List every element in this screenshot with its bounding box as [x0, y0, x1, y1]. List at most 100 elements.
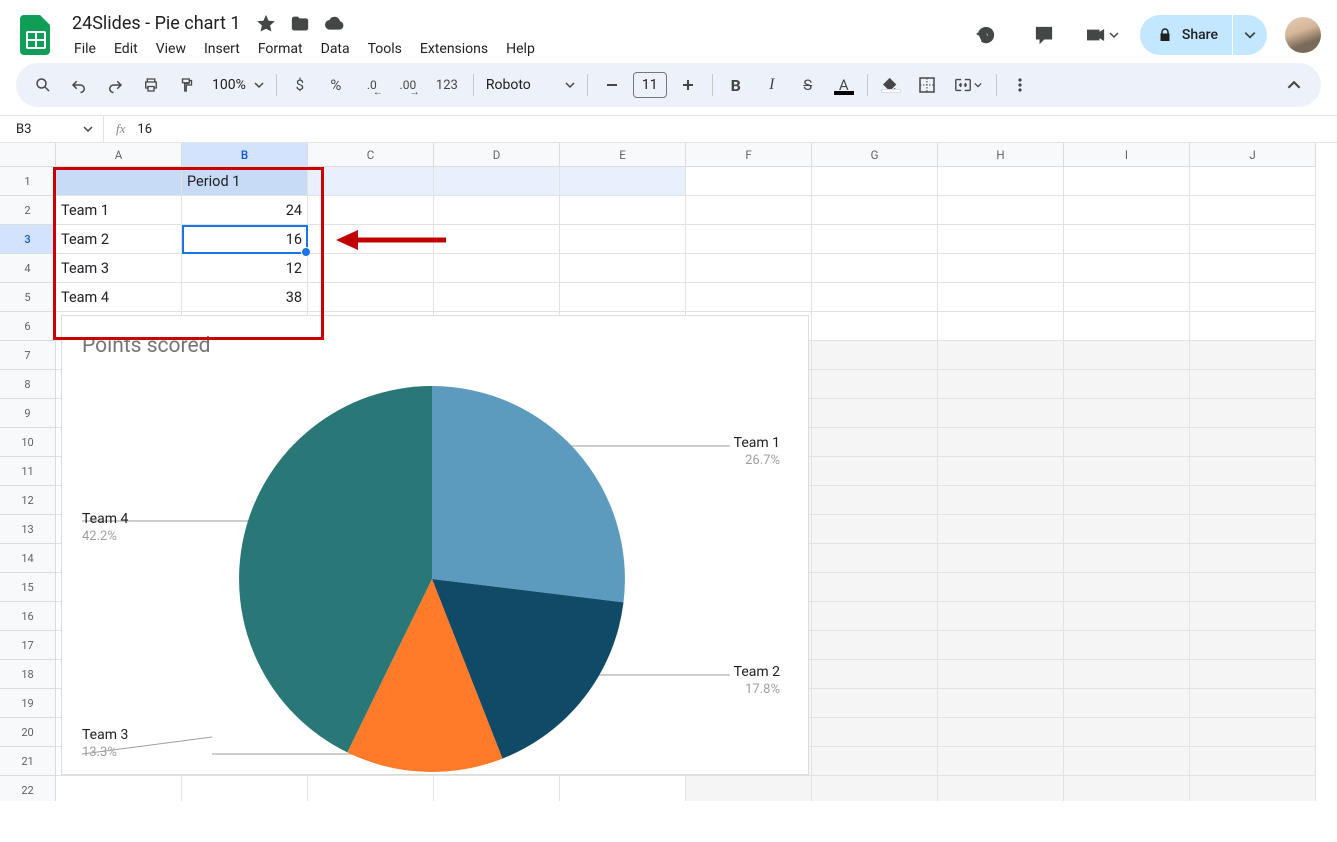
cell-B5[interactable]: 38 — [182, 283, 308, 312]
col-header-H[interactable]: H — [938, 143, 1064, 167]
cell-D2[interactable] — [434, 196, 560, 225]
cell-B1[interactable]: Period 1 — [182, 167, 308, 196]
cell-G13[interactable] — [812, 515, 938, 544]
cell-B22[interactable] — [182, 776, 308, 801]
row-header-1[interactable]: 1 — [0, 167, 56, 196]
cell-G21[interactable] — [812, 747, 938, 776]
bold-button[interactable]: B — [719, 68, 753, 102]
row-header-3[interactable]: 3 — [0, 225, 56, 254]
cell-E4[interactable] — [560, 254, 686, 283]
history-icon[interactable] — [966, 15, 1006, 55]
cell-H17[interactable] — [938, 631, 1064, 660]
cell-I3[interactable] — [1064, 225, 1190, 254]
cell-G15[interactable] — [812, 573, 938, 602]
cell-I13[interactable] — [1064, 515, 1190, 544]
cell-I10[interactable] — [1064, 428, 1190, 457]
cell-I15[interactable] — [1064, 573, 1190, 602]
cell-I14[interactable] — [1064, 544, 1190, 573]
cell-I8[interactable] — [1064, 370, 1190, 399]
cell-H8[interactable] — [938, 370, 1064, 399]
cell-A22[interactable] — [56, 776, 182, 801]
cell-J16[interactable] — [1190, 602, 1316, 631]
cell-J15[interactable] — [1190, 573, 1316, 602]
col-header-D[interactable]: D — [434, 143, 560, 167]
cell-I4[interactable] — [1064, 254, 1190, 283]
cell-D22[interactable] — [434, 776, 560, 801]
cell-G11[interactable] — [812, 457, 938, 486]
meet-icon[interactable] — [1082, 15, 1122, 55]
cell-J4[interactable] — [1190, 254, 1316, 283]
star-icon[interactable] — [256, 14, 276, 34]
cell-H10[interactable] — [938, 428, 1064, 457]
cell-I18[interactable] — [1064, 660, 1190, 689]
col-header-B[interactable]: B — [182, 143, 308, 167]
cell-E22[interactable] — [560, 776, 686, 801]
row-header-22[interactable]: 22 — [0, 776, 56, 801]
fill-color-button[interactable] — [874, 68, 908, 102]
row-header-19[interactable]: 19 — [0, 689, 56, 718]
cell-H6[interactable] — [938, 312, 1064, 341]
text-color-button[interactable]: A — [827, 68, 861, 102]
cell-G5[interactable] — [812, 283, 938, 312]
cell-I1[interactable] — [1064, 167, 1190, 196]
doc-title[interactable]: 24Slides - Pie chart 1 — [66, 12, 246, 35]
currency-button[interactable]: $ — [283, 68, 317, 102]
cell-G14[interactable] — [812, 544, 938, 573]
cell-J8[interactable] — [1190, 370, 1316, 399]
cell-G9[interactable] — [812, 399, 938, 428]
cell-G7[interactable] — [812, 341, 938, 370]
cell-J12[interactable] — [1190, 486, 1316, 515]
cell-G8[interactable] — [812, 370, 938, 399]
cell-G2[interactable] — [812, 196, 938, 225]
cell-F2[interactable] — [686, 196, 812, 225]
cell-H21[interactable] — [938, 747, 1064, 776]
row-header-4[interactable]: 4 — [0, 254, 56, 283]
menu-insert[interactable]: Insert — [196, 37, 248, 61]
print-button[interactable] — [134, 68, 168, 102]
cell-D1[interactable] — [434, 167, 560, 196]
cell-J18[interactable] — [1190, 660, 1316, 689]
cell-J9[interactable] — [1190, 399, 1316, 428]
cell-G10[interactable] — [812, 428, 938, 457]
cell-C2[interactable] — [308, 196, 434, 225]
strikethrough-button[interactable]: S — [791, 68, 825, 102]
decrease-font-size-button[interactable] — [595, 68, 629, 102]
row-header-9[interactable]: 9 — [0, 399, 56, 428]
cell-E3[interactable] — [560, 225, 686, 254]
cloud-status-icon[interactable] — [324, 14, 344, 34]
cell-I9[interactable] — [1064, 399, 1190, 428]
cell-C4[interactable] — [308, 254, 434, 283]
cell-I19[interactable] — [1064, 689, 1190, 718]
cell-H4[interactable] — [938, 254, 1064, 283]
row-header-11[interactable]: 11 — [0, 457, 56, 486]
row-header-5[interactable]: 5 — [0, 283, 56, 312]
cell-J5[interactable] — [1190, 283, 1316, 312]
cell-H16[interactable] — [938, 602, 1064, 631]
cell-H2[interactable] — [938, 196, 1064, 225]
cell-J17[interactable] — [1190, 631, 1316, 660]
menu-view[interactable]: View — [148, 37, 194, 61]
cell-G1[interactable] — [812, 167, 938, 196]
cell-F22[interactable] — [686, 776, 812, 801]
cell-J6[interactable] — [1190, 312, 1316, 341]
cell-E2[interactable] — [560, 196, 686, 225]
cell-F1[interactable] — [686, 167, 812, 196]
more-toolbar-button[interactable] — [1003, 68, 1037, 102]
zoom-select[interactable]: 100% — [206, 68, 270, 102]
col-header-I[interactable]: I — [1064, 143, 1190, 167]
undo-button[interactable] — [62, 68, 96, 102]
cell-H13[interactable] — [938, 515, 1064, 544]
cell-J13[interactable] — [1190, 515, 1316, 544]
col-header-E[interactable]: E — [560, 143, 686, 167]
menu-tools[interactable]: Tools — [360, 37, 410, 61]
share-dropdown[interactable] — [1233, 15, 1267, 55]
cell-J10[interactable] — [1190, 428, 1316, 457]
paint-format-button[interactable] — [170, 68, 204, 102]
cell-C3[interactable] — [308, 225, 434, 254]
row-header-17[interactable]: 17 — [0, 631, 56, 660]
cell-C22[interactable] — [308, 776, 434, 801]
cell-H18[interactable] — [938, 660, 1064, 689]
row-header-13[interactable]: 13 — [0, 515, 56, 544]
font-family-select[interactable]: Roboto — [480, 68, 581, 102]
cell-A2[interactable]: Team 1 — [56, 196, 182, 225]
